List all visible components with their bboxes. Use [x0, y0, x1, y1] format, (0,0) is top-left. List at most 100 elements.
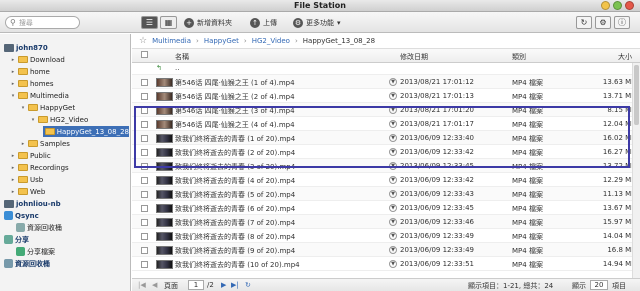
- video-thumbnail: [156, 190, 173, 199]
- page-total: /2: [207, 281, 214, 289]
- breadcrumb-item[interactable]: HappyGet: [204, 37, 239, 45]
- row-checkbox[interactable]: [141, 93, 148, 100]
- row-checkbox[interactable]: [141, 191, 148, 198]
- refresh-icon[interactable]: ↻: [245, 281, 251, 289]
- sidebar-item-home[interactable]: ▸ home: [10, 66, 50, 77]
- row-menu-icon[interactable]: ▼: [389, 78, 397, 86]
- sidebar-node-recycle-bin[interactable]: 資源回收桶: [4, 258, 50, 269]
- select-all-checkbox[interactable]: [141, 51, 148, 58]
- maximize-icon[interactable]: [613, 1, 622, 10]
- help-icon[interactable]: [601, 1, 610, 10]
- close-icon[interactable]: [625, 1, 634, 10]
- chevron-right-icon: ›: [196, 37, 199, 45]
- upload-icon: ↑: [250, 17, 260, 28]
- row-checkbox[interactable]: [141, 247, 148, 254]
- file-date: 2013/06/09 12:33:42: [400, 176, 475, 184]
- scrollbar-thumb[interactable]: [634, 65, 639, 125]
- list-view-button[interactable]: ☰: [141, 16, 158, 29]
- column-type[interactable]: 類別: [512, 52, 526, 62]
- page-input[interactable]: 1: [188, 280, 204, 290]
- row-menu-icon[interactable]: ▼: [389, 260, 397, 268]
- parent-folder-row[interactable]: ↰ ..: [132, 63, 632, 75]
- sidebar-item-happyget[interactable]: ▾ HappyGet: [20, 102, 75, 113]
- table-row[interactable]: 致我们终将逝去的青春 (5 of 20).mp4 ▼ 2013/06/09 12:3…: [132, 187, 632, 201]
- settings-button[interactable]: ⚙: [595, 16, 611, 29]
- row-menu-icon[interactable]: ▼: [389, 246, 397, 254]
- more-actions-button[interactable]: ⚙ 更多功能 ▾: [293, 16, 341, 29]
- file-size: 14.94 MB: [602, 260, 632, 268]
- sidebar-item-download[interactable]: ▸ Download: [10, 54, 65, 65]
- sidebar-item-homes[interactable]: ▸ homes: [10, 78, 54, 89]
- sidebar-item-shared-files[interactable]: 分享檔案: [16, 246, 55, 257]
- sidebar-item-label: HappyGet: [40, 103, 76, 112]
- new-folder-button[interactable]: + 新增資料夾: [184, 16, 232, 29]
- sidebar-item-multimedia[interactable]: ▾ Multimedia: [10, 90, 69, 101]
- column-modified[interactable]: 修改日期: [400, 52, 428, 62]
- table-row[interactable]: 致我们终将逝去的青春 (10 of 20).mp4 ▼ 2013/06/09 12:…: [132, 257, 632, 271]
- row-menu-icon[interactable]: ▼: [389, 204, 397, 212]
- table-row[interactable]: 第546话 四尾·仙猴之王 (1 of 4).mp4 ▼ 2013/08/21 17…: [132, 75, 632, 89]
- star-icon[interactable]: ☆: [139, 36, 147, 46]
- file-size: 13.71 MB: [602, 92, 632, 100]
- row-menu-icon[interactable]: ▼: [389, 190, 397, 198]
- pagination-bar: |◀ ◀ 頁面 1 /2 ▶ ▶| ↻ 顯示項目：1-21, 總共：24 顯示 …: [132, 278, 640, 291]
- search-input[interactable]: ⚲ 搜尋: [5, 16, 80, 29]
- file-size: 11.13 MB: [602, 190, 632, 198]
- info-icon: ⓘ: [618, 18, 626, 27]
- scrollbar[interactable]: [632, 63, 640, 278]
- sidebar-item-qsync-recycle-bin[interactable]: 資源回收桶: [16, 222, 62, 233]
- per-page-select[interactable]: 20: [590, 280, 608, 290]
- gear-icon: ⚙: [599, 18, 607, 27]
- sidebar-node-johnliou-nb[interactable]: johnliou-nb: [4, 198, 61, 209]
- table-row[interactable]: 致我们终将逝去的青春 (7 of 20).mp4 ▼ 2013/06/09 12:3…: [132, 215, 632, 229]
- first-page-icon[interactable]: |◀: [138, 281, 146, 289]
- row-menu-icon[interactable]: ▼: [389, 232, 397, 240]
- file-name: 致我们终将逝去的青春 (8 of 20).mp4: [175, 233, 296, 241]
- sidebar-item-hg2-video[interactable]: ▾ HG2_Video: [30, 114, 89, 125]
- file-date: 2013/06/09 12:33:49: [400, 232, 475, 240]
- sidebar-item-usb[interactable]: ▸ Usb: [10, 174, 43, 185]
- row-checkbox[interactable]: [141, 219, 148, 226]
- breadcrumb-item[interactable]: HG2_Video: [252, 37, 290, 45]
- column-size[interactable]: 大小: [618, 52, 632, 62]
- table-row[interactable]: 致我们终将逝去的青春 (4 of 20).mp4 ▼ 2013/06/09 12:3…: [132, 173, 632, 187]
- sidebar-node-label: johnliou-nb: [16, 199, 61, 208]
- sidebar-item-recordings[interactable]: ▸ Recordings: [10, 162, 69, 173]
- sidebar-item-samples[interactable]: ▸ Samples: [20, 138, 70, 149]
- next-page-icon[interactable]: ▶: [221, 281, 226, 289]
- folder-icon: [18, 56, 28, 63]
- row-checkbox[interactable]: [141, 233, 148, 240]
- table-row[interactable]: 致我们终将逝去的青春 (6 of 20).mp4 ▼ 2013/06/09 12:3…: [132, 201, 632, 215]
- table-row[interactable]: 致我们终将逝去的青春 (9 of 20).mp4 ▼ 2013/06/09 12:3…: [132, 243, 632, 257]
- file-date: 2013/06/09 12:33:51: [400, 260, 475, 268]
- sidebar-node-qsync[interactable]: Qsync: [4, 210, 39, 221]
- upload-button[interactable]: ↑ 上傳: [250, 16, 277, 29]
- file-name: 致我们终将逝去的青春 (4 of 20).mp4: [175, 177, 296, 185]
- table-row[interactable]: 致我们终将逝去的青春 (8 of 20).mp4 ▼ 2013/06/09 12:3…: [132, 229, 632, 243]
- qsync-icon: [4, 211, 13, 220]
- thumbnail-view-button[interactable]: ▦: [160, 16, 177, 29]
- file-date: 2013/06/09 12:33:43: [400, 190, 475, 198]
- sidebar-item-web[interactable]: ▸ Web: [10, 186, 46, 197]
- sidebar: john870 ▸ Download ▸ home ▸ homes ▾ Multimed…: [0, 34, 131, 291]
- sidebar-item-happyget-13-08-28[interactable]: HappyGet_13_08_28: [43, 126, 129, 137]
- file-type: MP4 檔案: [512, 177, 543, 185]
- folder-icon: [38, 116, 48, 123]
- row-menu-icon[interactable]: ▼: [389, 218, 397, 226]
- table-row[interactable]: 第546话 四尾·仙猴之王 (2 of 4).mp4 ▼ 2013/08/21 17…: [132, 89, 632, 103]
- prev-page-icon[interactable]: ◀: [152, 281, 157, 289]
- column-name[interactable]: 名稱: [175, 52, 189, 62]
- sidebar-item-public[interactable]: ▸ Public: [10, 150, 51, 161]
- sidebar-root[interactable]: john870: [4, 42, 48, 53]
- row-menu-icon[interactable]: ▼: [389, 176, 397, 184]
- row-checkbox[interactable]: [141, 79, 148, 86]
- row-checkbox[interactable]: [141, 177, 148, 184]
- last-page-icon[interactable]: ▶|: [231, 281, 239, 289]
- row-checkbox[interactable]: [141, 261, 148, 268]
- info-button[interactable]: ⓘ: [614, 16, 630, 29]
- breadcrumb-item[interactable]: Multimedia: [152, 37, 191, 45]
- row-menu-icon[interactable]: ▼: [389, 92, 397, 100]
- sidebar-node-share[interactable]: 分享: [4, 234, 29, 245]
- refresh-button[interactable]: ↻: [576, 16, 592, 29]
- row-checkbox[interactable]: [141, 205, 148, 212]
